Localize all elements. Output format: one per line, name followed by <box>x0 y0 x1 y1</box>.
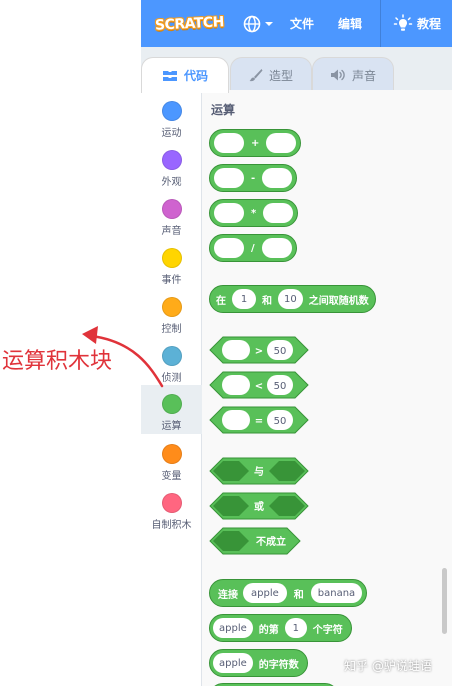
text-slot[interactable]: apple <box>243 583 287 603</box>
number-slot[interactable] <box>263 203 294 223</box>
number-slot[interactable] <box>214 133 244 153</box>
category-label: 外观 <box>161 177 182 188</box>
block-text: 之间取随机数 <box>308 295 369 307</box>
category-dot <box>161 444 182 464</box>
logic-label: 或 <box>254 500 264 513</box>
greater-than-block[interactable]: > 50 <box>209 336 309 364</box>
lightbulb-icon <box>393 13 413 31</box>
not-block[interactable]: 不成立 <box>209 527 301 555</box>
category-label: 声音 <box>161 226 182 237</box>
operator-label: > <box>255 346 263 357</box>
tab-code[interactable]: 代码 <box>141 57 229 93</box>
or-block[interactable]: 或 <box>209 492 309 520</box>
text-slot[interactable]: apple <box>213 653 253 673</box>
operator-label: * <box>251 207 257 219</box>
join-block[interactable]: 连接 apple 和 banana <box>209 579 368 607</box>
number-slot[interactable]: 1 <box>232 289 256 309</box>
code-blocks-icon <box>162 70 178 82</box>
tab-code-label: 代码 <box>183 69 208 83</box>
blocks-palette: 运算 + - * / 在 1 和 10 之间取随机数 > 50 < 50 = 5… <box>202 90 452 686</box>
block-text: 在 <box>216 295 226 307</box>
divide-block[interactable]: / <box>209 234 297 262</box>
number-slot[interactable] <box>261 238 292 258</box>
language-menu[interactable] <box>243 15 274 33</box>
text-slot[interactable]: apple <box>213 618 253 638</box>
annotation-arrow <box>82 326 164 388</box>
multiply-block[interactable]: * <box>209 199 299 227</box>
add-block[interactable]: + <box>209 129 302 157</box>
block-text: 连接 <box>218 589 238 601</box>
block-text: 的字符数 <box>258 659 299 671</box>
caret-down-icon <box>265 21 273 26</box>
text-slot[interactable]: banana <box>310 583 363 603</box>
palette-section-title: 运算 <box>211 103 236 117</box>
tab-sound[interactable]: 声音 <box>312 57 394 92</box>
globe-icon <box>243 15 261 32</box>
number-slot[interactable] <box>214 168 244 188</box>
number-slot[interactable]: 1 <box>284 618 307 638</box>
tutorial-button[interactable]: 教程 <box>393 13 442 34</box>
logic-label: 与 <box>254 465 264 478</box>
number-slot[interactable] <box>214 203 244 223</box>
compare-value: 50 <box>274 346 287 357</box>
subtract-block[interactable]: - <box>209 164 298 192</box>
speaker-icon <box>330 68 346 82</box>
tab-costume-label: 造型 <box>268 68 293 83</box>
tab-costume[interactable]: 造型 <box>230 57 312 92</box>
category-dot <box>161 101 182 121</box>
category-sound[interactable]: 声音 <box>141 192 202 241</box>
equals-block[interactable]: = 50 <box>209 406 309 434</box>
scratch-logo[interactable]: SCRATCH <box>153 11 225 37</box>
category-motion[interactable]: 运动 <box>141 94 202 143</box>
operator-label: - <box>251 172 256 184</box>
number-slot[interactable]: 10 <box>278 289 303 309</box>
category-my-blocks[interactable]: 自制积木 <box>141 486 202 535</box>
category-label: 运动 <box>161 128 182 139</box>
compare-value: 50 <box>274 381 287 392</box>
category-label: 事件 <box>161 275 182 286</box>
operator-label: < <box>255 381 263 392</box>
category-label: 运算 <box>161 421 182 432</box>
operator-label: = <box>255 416 263 427</box>
category-label: 自制积木 <box>151 520 192 531</box>
menu-bar: SCRATCH 文件 编辑 教程 <box>141 0 452 47</box>
category-variables[interactable]: 变量 <box>141 437 202 486</box>
block-text: 个字符 <box>312 624 343 636</box>
edit-menu[interactable]: 编辑 <box>338 15 362 32</box>
logic-label: 不成立 <box>256 535 286 548</box>
and-block[interactable]: 与 <box>209 457 309 485</box>
watermark: 知乎 @驴说蛙语 <box>344 659 432 673</box>
file-menu[interactable]: 文件 <box>290 15 314 32</box>
number-slot[interactable] <box>266 133 297 153</box>
less-than-block[interactable]: < 50 <box>209 371 309 399</box>
compare-value: 50 <box>274 416 287 427</box>
tab-sound-label: 声音 <box>351 68 376 83</box>
palette-scrollbar[interactable] <box>442 568 447 634</box>
random-block[interactable]: 在 1 和 10 之间取随机数 <box>209 285 376 313</box>
category-dot <box>161 248 182 268</box>
category-events[interactable]: 事件 <box>141 241 202 290</box>
category-dot <box>161 493 182 513</box>
block-text: 的第 <box>258 624 279 636</box>
length-of-block[interactable]: apple 的字符数 <box>209 649 308 677</box>
menu-divider <box>380 0 382 47</box>
operator-label: + <box>251 137 260 149</box>
number-slot[interactable] <box>262 168 293 188</box>
category-dot <box>161 297 182 317</box>
block-text: 和 <box>293 589 304 601</box>
tutorial-label: 教程 <box>417 17 442 31</box>
block-text: 和 <box>262 295 272 307</box>
category-dot <box>161 199 182 219</box>
category-looks[interactable]: 外观 <box>141 143 202 192</box>
letter-of-block[interactable]: apple 的第 1 个字符 <box>209 614 352 642</box>
number-slot[interactable] <box>214 238 244 258</box>
paintbrush-icon <box>249 68 263 82</box>
operator-label: / <box>251 242 255 254</box>
category-dot <box>161 150 182 170</box>
category-label: 变量 <box>161 471 182 482</box>
